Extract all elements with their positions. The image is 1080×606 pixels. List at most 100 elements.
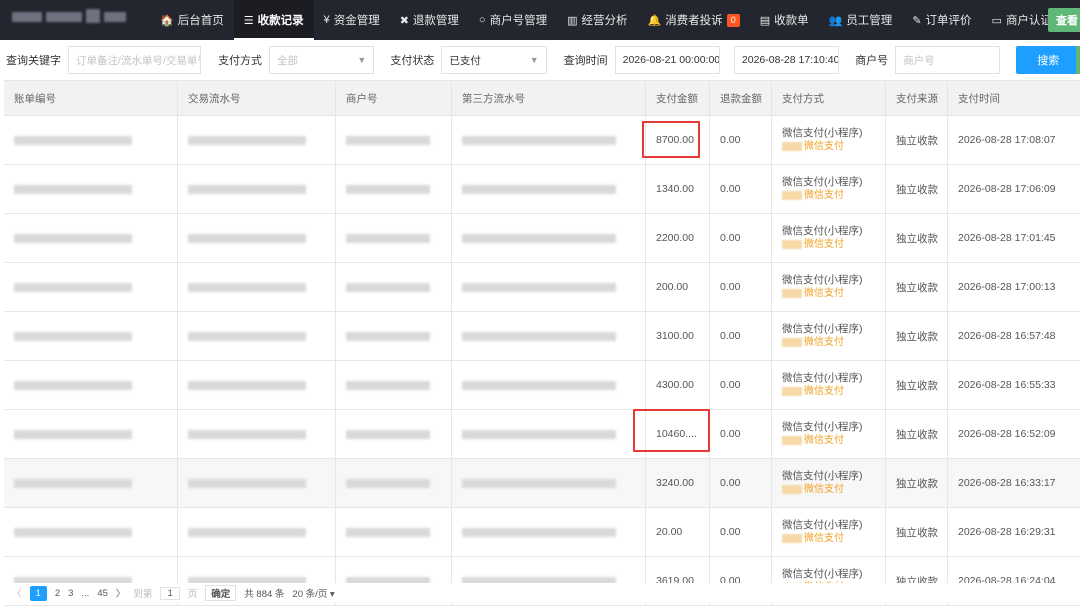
nav-item-0[interactable]: 🏠 后台首页	[150, 0, 234, 40]
redacted-block	[462, 233, 616, 243]
column-header[interactable]: 支付金额	[646, 81, 710, 115]
goto-confirm-button[interactable]: 确定	[205, 585, 237, 601]
nav-item-label: 商户号管理	[489, 15, 548, 27]
table-row[interactable]: 1340.00 0.00 微信支付(小程序) 微信支付 独立收款 2026-08-28 1…	[4, 165, 1080, 214]
pay-method-text: 微信支付(小程序)	[782, 274, 863, 286]
redacted-block	[346, 527, 430, 537]
nav-item-9[interactable]: ✎ 订单评价	[902, 0, 981, 40]
nav-item-label: 订单评价	[925, 15, 972, 27]
pay-source-cell: 独立收款	[886, 165, 948, 213]
trade-no-cell	[178, 361, 336, 409]
prev-page-button[interactable]: 〈	[12, 586, 22, 600]
nav-item-4[interactable]: ○ 商户号管理	[469, 0, 557, 40]
pay-method-select[interactable]: 全部 ▼	[269, 46, 375, 74]
merchant-label: 商户号	[855, 55, 889, 67]
chevron-down-icon: ▼	[529, 55, 539, 65]
redacted-block	[782, 338, 802, 347]
close-icon: ✖	[399, 14, 409, 27]
pay-channel-tag: 微信支付	[782, 483, 844, 496]
pay-status-select[interactable]: 已支付 ▼	[441, 46, 547, 74]
pay-time-cell: 2026-08-28 16:29:31	[958, 526, 1056, 538]
third-party-no-cell	[452, 361, 646, 409]
pay-channel-text: 微信支付	[804, 288, 844, 299]
redacted-block	[782, 142, 802, 151]
redacted-block	[14, 282, 132, 292]
highlight-box	[642, 121, 700, 158]
bill-id-cell	[4, 116, 178, 164]
chevron-down-icon: ▾	[329, 589, 335, 600]
merchant-input[interactable]: 商户号	[895, 46, 1001, 74]
pay-method-text: 微信支付(小程序)	[782, 176, 863, 188]
card-icon: ▭	[991, 14, 1002, 27]
page-size-select[interactable]: 20 条/页 ▾	[292, 586, 334, 600]
column-header[interactable]: 支付时间	[948, 81, 1080, 115]
pay-channel-text: 微信支付	[804, 141, 844, 152]
table-row[interactable]: 200.00 0.00 微信支付(小程序) 微信支付 独立收款 2026-08-28 17…	[4, 263, 1080, 312]
table-row[interactable]: 3240.00 0.00 微信支付(小程序) 微信支付 独立收款 2026-08-28 1…	[4, 459, 1080, 508]
pay-source-cell: 独立收款	[886, 508, 948, 556]
pay-status-value: 已支付	[449, 54, 481, 67]
table-row[interactable]: 4300.00 0.00 微信支付(小程序) 微信支付 独立收款 2026-08-28 1…	[4, 361, 1080, 410]
pay-channel-tag: 微信支付	[782, 140, 844, 153]
nav-item-3[interactable]: ✖ 退款管理	[390, 0, 469, 40]
column-header[interactable]: 商户号	[336, 81, 452, 115]
page-last[interactable]: 45	[97, 588, 108, 599]
column-header[interactable]: 第三方流水号	[452, 81, 646, 115]
merchant-no-cell	[336, 214, 452, 262]
table-row[interactable]: 20.00 0.00 微信支付(小程序) 微信支付 独立收款 2026-08-28 16:…	[4, 508, 1080, 557]
pay-method-cell: 微信支付(小程序) 微信支付	[772, 361, 886, 409]
next-page-button[interactable]: 〉	[116, 586, 126, 600]
third-party-no-cell	[452, 116, 646, 164]
time-start-input[interactable]: 2026-08-21 00:00:00	[614, 46, 720, 74]
refund-cell: 0.00	[710, 165, 772, 213]
nav-item-label: 退款管理	[412, 15, 459, 27]
goto-page-input[interactable]: 1	[160, 586, 180, 600]
page-2[interactable]: 2	[55, 588, 60, 599]
home-icon: 🏠	[160, 14, 174, 27]
column-header[interactable]: 退款金额	[710, 81, 772, 115]
table-row[interactable]: 8700.00 0.00 微信支付(小程序) 微信支付 独立收款 2026-08-28 1…	[4, 116, 1080, 165]
redacted-block	[782, 289, 802, 298]
redacted-block	[462, 527, 616, 537]
table-row[interactable]: 2200.00 0.00 微信支付(小程序) 微信支付 独立收款 2026-08-28 1…	[4, 214, 1080, 263]
merchant-no-cell	[336, 165, 452, 213]
pay-method-text: 微信支付(小程序)	[782, 225, 863, 237]
pay-channel-text: 微信支付	[804, 533, 844, 544]
page-1[interactable]: 1	[29, 585, 47, 601]
nav-item-8[interactable]: 👥 员工管理	[819, 0, 903, 40]
redacted-block	[782, 485, 802, 494]
column-header[interactable]: 账单编号	[4, 81, 178, 115]
pay-source-cell: 独立收款	[886, 361, 948, 409]
redacted-block	[782, 240, 802, 249]
search-button[interactable]: 搜索	[1016, 46, 1080, 74]
nav-item-2[interactable]: ¥ 资金管理	[314, 0, 390, 40]
pay-method-text: 微信支付(小程序)	[782, 372, 863, 384]
merchant-no-cell	[336, 312, 452, 360]
circle-icon: ○	[478, 14, 486, 26]
table-row[interactable]: 3100.00 0.00 微信支付(小程序) 微信支付 独立收款 2026-08-28 1…	[4, 312, 1080, 361]
page-3[interactable]: 3	[68, 588, 73, 599]
column-header[interactable]: 交易流水号	[178, 81, 336, 115]
nav-item-5[interactable]: ▥ 经营分析	[557, 0, 637, 40]
pay-channel-text: 微信支付	[804, 239, 844, 250]
redacted-block	[14, 233, 132, 243]
bill-id-cell	[4, 263, 178, 311]
table-row[interactable]: 10460.... 0.00 微信支付(小程序) 微信支付 独立收款 2026-08-28…	[4, 410, 1080, 459]
merchant-no-cell	[336, 361, 452, 409]
refund-cell: 0.00	[710, 410, 772, 458]
keyword-input[interactable]: 订单备注/流水单号/交易单号	[68, 46, 202, 74]
yen-icon: ¥	[323, 14, 330, 26]
redacted-block	[462, 282, 616, 292]
view-button[interactable]: 查看	[1048, 8, 1080, 32]
time-end-input[interactable]: 2026-08-28 17:10:40	[733, 46, 840, 74]
nav-item-label: 消费者投诉	[665, 15, 723, 27]
export-button[interactable]	[1076, 46, 1080, 74]
pay-method-text: 微信支付(小程序)	[782, 519, 863, 531]
nav-item-6[interactable]: 🔔 消费者投诉 0	[637, 0, 749, 40]
column-header[interactable]: 支付来源	[886, 81, 948, 115]
records-table: 账单编号 交易流水号 商户号 第三方流水号 支付金额 退款金额 支付方式 支付来源 支付时间 8…	[4, 80, 1080, 606]
nav-item-1[interactable]: ☰ 收款记录	[233, 0, 314, 40]
column-header[interactable]: 支付方式	[772, 81, 886, 115]
redacted-block	[188, 429, 306, 439]
nav-item-7[interactable]: ▤ 收款单	[750, 0, 819, 40]
